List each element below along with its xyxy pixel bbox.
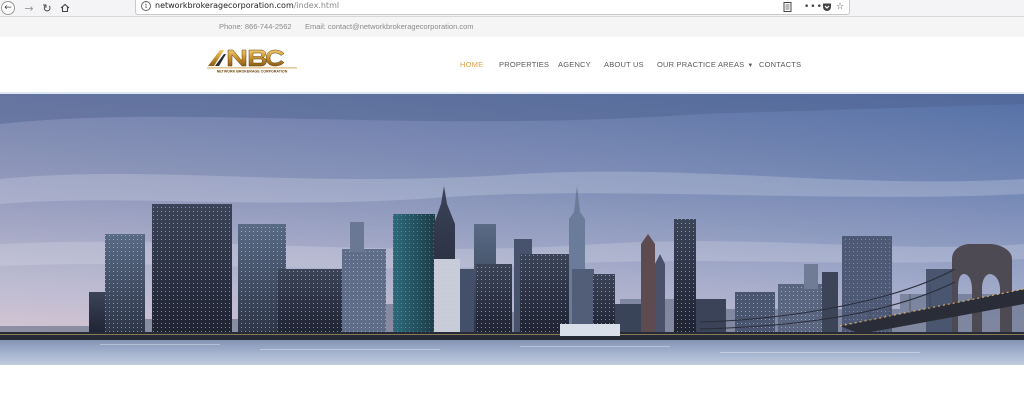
browser-toolbar: ← → ↻ i networkbrokeragecorporation.com/… <box>0 0 1024 17</box>
url-text[interactable]: networkbrokeragecorporation.com/index.ht… <box>155 1 339 10</box>
more-actions-icon[interactable]: ••• <box>804 2 823 12</box>
caret-down-icon: ▼ <box>747 63 754 69</box>
nav-item-label: OUR PRACTICE AREAS <box>657 60 745 69</box>
address-bar[interactable]: i networkbrokeragecorporation.com/index.… <box>135 0 850 15</box>
nav-item-our-practice-areas[interactable]: OUR PRACTICE AREAS ▼ <box>657 60 754 69</box>
reload-icon[interactable]: ↻ <box>40 1 54 15</box>
email-address[interactable]: Email: contact@networkbrokeragecorporati… <box>305 22 474 31</box>
city-skyline-image <box>0 94 1024 365</box>
nav-item-properties[interactable]: PROPERTIES <box>499 60 549 69</box>
nbc-logo[interactable]: NETWORK BROKERAGE CORPORATION <box>206 44 300 74</box>
forward-arrow-icon[interactable]: → <box>22 1 36 15</box>
nav-item-agency[interactable]: AGENCY <box>558 60 591 69</box>
hero-banner <box>0 92 1024 365</box>
logo-subtitle: NETWORK BROKERAGE CORPORATION <box>217 70 288 74</box>
nav-item-home[interactable]: HOME <box>460 60 483 69</box>
phone-number[interactable]: Phone: 866-744-2562 <box>219 22 292 31</box>
nav-item-contacts[interactable]: CONTACTS <box>759 60 801 69</box>
bookmark-star-icon[interactable]: ☆ <box>836 2 844 12</box>
pocket-icon[interactable] <box>822 2 832 15</box>
site-header: NETWORK BROKERAGE CORPORATION HOME PROPE… <box>0 37 1024 92</box>
info-icon[interactable]: i <box>141 1 151 11</box>
home-icon[interactable] <box>58 1 72 15</box>
contact-info-bar: Phone: 866-744-2562 Email: contact@netwo… <box>0 17 1024 37</box>
nav-item-about-us[interactable]: ABOUT US <box>604 60 644 69</box>
page-body <box>0 365 1024 410</box>
back-arrow-icon[interactable]: ← <box>1 1 15 15</box>
reader-view-icon[interactable] <box>783 2 792 15</box>
